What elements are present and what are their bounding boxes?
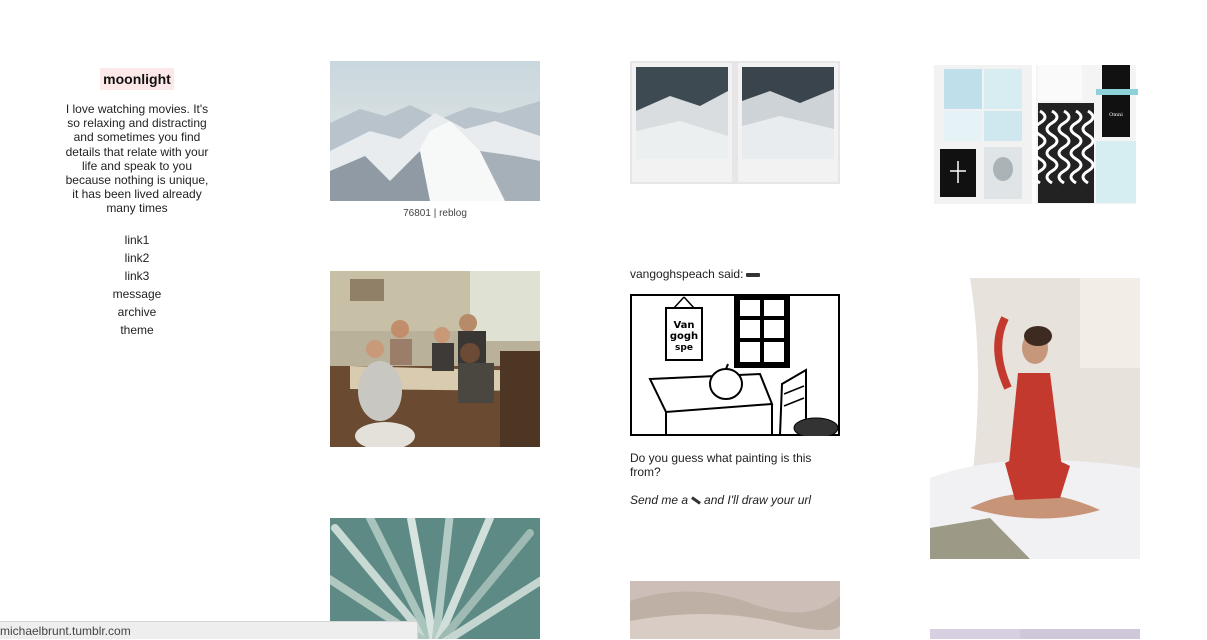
theme-link[interactable]: theme	[62, 321, 212, 339]
archive-link[interactable]: archive	[62, 303, 212, 321]
blog-title[interactable]: moonlight	[100, 68, 174, 90]
svg-text:Van: Van	[673, 320, 694, 331]
mountain-photo[interactable]	[330, 61, 540, 201]
message-link[interactable]: message	[62, 285, 212, 303]
link-2[interactable]: link2	[62, 249, 212, 267]
ask-prompt: Send me a and I'll draw your url	[630, 493, 811, 507]
sidebar: moonlight I love watching movies. It's s…	[62, 68, 212, 339]
svg-text:spe: spe	[675, 343, 693, 353]
notes-count[interactable]: 76801	[403, 208, 431, 219]
status-url: michaelbrunt.tumblr.com	[0, 624, 131, 638]
ask-header: vangoghspeach said:	[630, 267, 761, 281]
reblog-link[interactable]: reblog	[439, 208, 467, 219]
woman-red-dress-photo[interactable]	[930, 278, 1140, 559]
ask-question: Do you guess what painting is this from?	[630, 451, 812, 479]
svg-text:Omni: Omni	[1109, 112, 1123, 118]
link-3[interactable]: link3	[62, 267, 212, 285]
polaroids-photo[interactable]	[630, 61, 840, 184]
painting-photo[interactable]	[330, 271, 540, 447]
link-1[interactable]: link1	[62, 231, 212, 249]
pencil-icon	[746, 272, 761, 277]
drawing-image[interactable]: Van gogh spe	[630, 294, 840, 436]
browser-status-bar: michaelbrunt.tumblr.com	[0, 621, 418, 639]
asker-name[interactable]: vangoghspeach said:	[630, 267, 743, 281]
pen-icon	[691, 496, 702, 505]
send-prompt-start: Send me a	[630, 493, 689, 507]
sidebar-links: link1 link2 link3 message archive theme	[62, 231, 212, 339]
fabric-photo[interactable]	[630, 581, 840, 639]
blog-description: I love watching movies. It's so relaxing…	[65, 102, 209, 216]
collage-photo[interactable]: Omni	[930, 61, 1140, 208]
send-prompt-end: and I'll draw your url	[704, 493, 812, 507]
partial-photo[interactable]	[930, 629, 1140, 639]
post-meta: 76801 | reblog	[330, 208, 540, 219]
svg-text:gogh: gogh	[670, 331, 698, 342]
meta-separator: |	[433, 208, 437, 219]
